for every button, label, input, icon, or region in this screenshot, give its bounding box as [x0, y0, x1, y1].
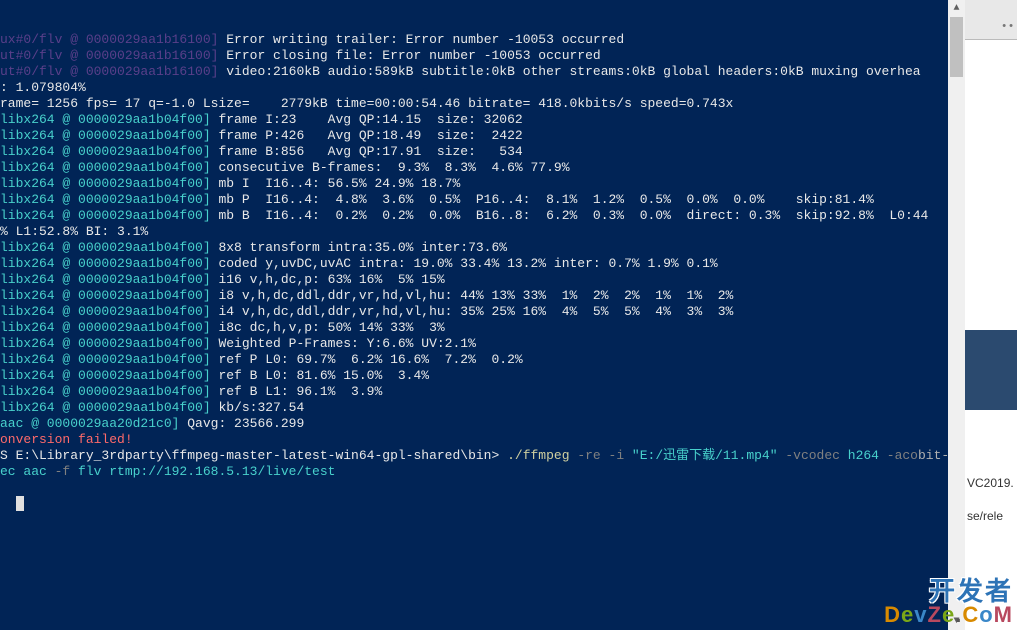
terminal-line: ec aac -f flv rtmp://192.168.5.13/live/t…	[0, 464, 948, 480]
terminal-line: ux#0/flv @ 0000029aa1b16100] Error writi…	[0, 32, 948, 48]
editor-selection-band	[965, 330, 1017, 410]
terminal-line: libx264 @ 0000029aa1b04f00] ref B L0: 81…	[0, 368, 948, 384]
terminal-line: ut#0/flv @ 0000029aa1b16100] video:2160k…	[0, 64, 948, 80]
scroll-thumb[interactable]	[950, 17, 963, 77]
terminal-line: S E:\Library_3rdparty\ffmpeg-master-late…	[0, 448, 948, 464]
editor-tab-overflow[interactable]: • •	[1002, 18, 1013, 34]
background-editor-pane: • • VC2019. se/rele	[965, 0, 1017, 630]
terminal-line: libx264 @ 0000029aa1b04f00] frame B:856 …	[0, 144, 948, 160]
terminal-line: libx264 @ 0000029aa1b04f00] frame P:426 …	[0, 128, 948, 144]
editor-text-fragment-2: se/rele	[967, 508, 1003, 524]
terminal-line: % L1:52.8% BI: 3.1%	[0, 224, 948, 240]
terminal-line: onversion failed!	[0, 432, 948, 448]
terminal-cursor	[16, 496, 24, 511]
terminal-line: libx264 @ 0000029aa1b04f00] mb I I16..4:…	[0, 176, 948, 192]
terminal-line: rame= 1256 fps= 17 q=-1.0 Lsize= 2779kB …	[0, 96, 948, 112]
editor-text-fragment-1: VC2019.	[967, 475, 1014, 491]
terminal-line: libx264 @ 0000029aa1b04f00] kb/s:327.54	[0, 400, 948, 416]
scroll-up-button[interactable]: ▲	[948, 0, 965, 17]
scroll-down-button[interactable]: ▼	[948, 613, 965, 630]
terminal-line: libx264 @ 0000029aa1b04f00] ref B L1: 96…	[0, 384, 948, 400]
terminal-line: libx264 @ 0000029aa1b04f00] mb P I16..4:…	[0, 192, 948, 208]
terminal-scrollbar[interactable]: ▲ ▼	[948, 0, 965, 630]
terminal-line: libx264 @ 0000029aa1b04f00] i4 v,h,dc,dd…	[0, 304, 948, 320]
terminal-line: libx264 @ 0000029aa1b04f00] ref P L0: 69…	[0, 352, 948, 368]
terminal-line: ut#0/flv @ 0000029aa1b16100] Error closi…	[0, 48, 948, 64]
terminal-line: libx264 @ 0000029aa1b04f00] i8c dc,h,v,p…	[0, 320, 948, 336]
terminal-line: aac @ 0000029aa20d21c0] Qavg: 23566.299	[0, 416, 948, 432]
terminal-line: libx264 @ 0000029aa1b04f00] i16 v,h,dc,p…	[0, 272, 948, 288]
terminal-line: libx264 @ 0000029aa1b04f00] mb B I16..4:…	[0, 208, 948, 224]
terminal-line: libx264 @ 0000029aa1b04f00] 8x8 transfor…	[0, 240, 948, 256]
terminal-output: ux#0/flv @ 0000029aa1b16100] Error writi…	[0, 32, 948, 480]
powershell-terminal[interactable]: ux#0/flv @ 0000029aa1b16100] Error writi…	[0, 0, 948, 630]
terminal-line: libx264 @ 0000029aa1b04f00] consecutive …	[0, 160, 948, 176]
terminal-line: libx264 @ 0000029aa1b04f00] Weighted P-F…	[0, 336, 948, 352]
terminal-line: : 1.079804%	[0, 80, 948, 96]
terminal-line: libx264 @ 0000029aa1b04f00] i8 v,h,dc,dd…	[0, 288, 948, 304]
terminal-line: libx264 @ 0000029aa1b04f00] frame I:23 A…	[0, 112, 948, 128]
terminal-line: libx264 @ 0000029aa1b04f00] coded y,uvDC…	[0, 256, 948, 272]
